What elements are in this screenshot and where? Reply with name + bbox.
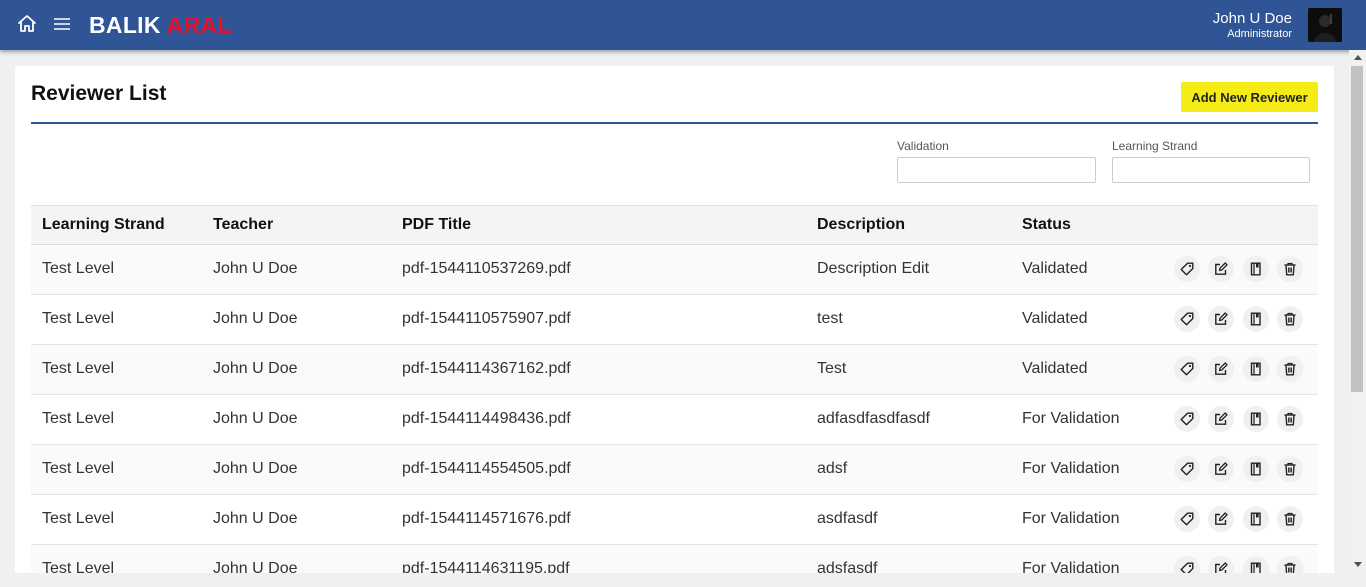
cell-pdf-title: pdf-1544114498436.pdf [402, 410, 571, 427]
tag-button[interactable] [1174, 556, 1200, 573]
cell-pdf-title: pdf-1544110575907.pdf [402, 310, 571, 327]
cell-learning-strand: Test Level [42, 260, 115, 277]
table-row[interactable]: Test Level John U Doe pdf-1544110575907.pd… [31, 295, 1318, 345]
book-button[interactable] [1243, 256, 1269, 282]
column-header-status[interactable]: Status [1022, 216, 1071, 234]
top-navbar: BALIK ARAL John U Doe Administrator [0, 0, 1366, 50]
table-row[interactable]: Test Level John U Doe pdf-1544114571676.pd… [31, 495, 1318, 545]
cell-description: adsf [817, 460, 848, 477]
edit-button[interactable] [1208, 506, 1234, 532]
cell-pdf-title: pdf-1544114554505.pdf [402, 460, 571, 477]
cell-teacher: John U Doe [213, 510, 298, 527]
cell-description: adsfasdf [817, 560, 878, 573]
cell-learning-strand: Test Level [42, 560, 115, 573]
cell-status: Validated [1022, 360, 1088, 377]
validation-filter-input[interactable] [897, 157, 1096, 183]
book-button[interactable] [1243, 556, 1269, 573]
trash-button[interactable] [1277, 306, 1303, 332]
edit-button[interactable] [1208, 356, 1234, 382]
table-header: Learning Strand Teacher PDF Title Descri… [31, 205, 1318, 245]
cell-status: Validated [1022, 310, 1088, 327]
trash-button[interactable] [1277, 456, 1303, 482]
book-button[interactable] [1243, 506, 1269, 532]
home-icon[interactable] [16, 13, 38, 35]
scroll-thumb[interactable] [1351, 66, 1363, 392]
cell-teacher: John U Doe [213, 360, 298, 377]
cell-status: For Validation [1022, 410, 1120, 427]
trash-button[interactable] [1277, 356, 1303, 382]
cell-learning-strand: Test Level [42, 510, 115, 527]
reviewer-table: Learning Strand Teacher PDF Title Descri… [31, 205, 1318, 573]
cell-description: test [817, 310, 843, 327]
cell-status: Validated [1022, 260, 1088, 277]
trash-button[interactable] [1277, 406, 1303, 432]
column-header-learning-strand[interactable]: Learning Strand [42, 216, 165, 234]
cell-teacher: John U Doe [213, 410, 298, 427]
column-header-teacher[interactable]: Teacher [213, 216, 273, 234]
trash-button[interactable] [1277, 556, 1303, 573]
cell-learning-strand: Test Level [42, 410, 115, 427]
trash-button[interactable] [1277, 506, 1303, 532]
scroll-down-arrow-icon[interactable] [1354, 562, 1362, 567]
cell-pdf-title: pdf-1544110537269.pdf [402, 260, 571, 277]
book-button[interactable] [1243, 306, 1269, 332]
brand-word-white: BALIK [89, 12, 161, 38]
learning-strand-filter-label: Learning Strand [1112, 139, 1198, 153]
cell-description: Test [817, 360, 847, 377]
user-name[interactable]: John U Doe [1213, 10, 1292, 27]
tag-button[interactable] [1174, 256, 1200, 282]
edit-button[interactable] [1208, 306, 1234, 332]
tag-button[interactable] [1174, 306, 1200, 332]
column-header-description[interactable]: Description [817, 216, 905, 234]
book-button[interactable] [1243, 356, 1269, 382]
cell-description: adfasdfasdfasdf [817, 410, 930, 427]
edit-button[interactable] [1208, 556, 1234, 573]
table-row[interactable]: Test Level John U Doe pdf-1544114367162.pd… [31, 345, 1318, 395]
edit-button[interactable] [1208, 406, 1234, 432]
tag-button[interactable] [1174, 356, 1200, 382]
edit-button[interactable] [1208, 456, 1234, 482]
add-new-reviewer-button[interactable]: Add New Reviewer [1181, 82, 1318, 112]
table-body: Test Level John U Doe pdf-1544110537269.pd… [31, 245, 1318, 573]
cell-teacher: John U Doe [213, 260, 298, 277]
scroll-up-arrow-icon[interactable] [1354, 55, 1362, 60]
edit-button[interactable] [1208, 256, 1234, 282]
hamburger-menu-icon[interactable] [53, 15, 71, 33]
cell-pdf-title: pdf-1544114631195.pdf [402, 560, 570, 573]
brand-logo[interactable]: BALIK ARAL [89, 11, 232, 39]
validation-filter-label: Validation [897, 139, 949, 153]
trash-button[interactable] [1277, 256, 1303, 282]
page-scrollbar[interactable] [1349, 50, 1366, 573]
reviewer-list-card: Reviewer List Add New Reviewer Validatio… [15, 66, 1334, 573]
tag-button[interactable] [1174, 456, 1200, 482]
cell-learning-strand: Test Level [42, 460, 115, 477]
cell-teacher: John U Doe [213, 560, 298, 573]
cell-teacher: John U Doe [213, 310, 298, 327]
cell-description: asdfasdf [817, 510, 878, 527]
table-row[interactable]: Test Level John U Doe pdf-1544110537269.pd… [31, 245, 1318, 295]
avatar[interactable] [1308, 8, 1342, 42]
book-button[interactable] [1243, 406, 1269, 432]
cell-status: For Validation [1022, 460, 1120, 477]
cell-pdf-title: pdf-1544114367162.pdf [402, 360, 571, 377]
user-role: Administrator [1227, 28, 1292, 40]
cell-status: For Validation [1022, 560, 1120, 573]
cell-learning-strand: Test Level [42, 360, 115, 377]
cell-learning-strand: Test Level [42, 310, 115, 327]
tag-button[interactable] [1174, 406, 1200, 432]
table-row[interactable]: Test Level John U Doe pdf-1544114631195.pd… [31, 545, 1318, 573]
brand-word-red: ARAL [166, 12, 232, 38]
title-divider [31, 122, 1318, 124]
page-title: Reviewer List [31, 82, 167, 105]
learning-strand-filter-input[interactable] [1112, 157, 1310, 183]
table-row[interactable]: Test Level John U Doe pdf-1544114554505.pd… [31, 445, 1318, 495]
cell-status: For Validation [1022, 510, 1120, 527]
cell-description: Description Edit [817, 260, 930, 277]
cell-pdf-title: pdf-1544114571676.pdf [402, 510, 571, 527]
cell-teacher: John U Doe [213, 460, 298, 477]
column-header-pdf-title[interactable]: PDF Title [402, 216, 471, 234]
table-row[interactable]: Test Level John U Doe pdf-1544114498436.pd… [31, 395, 1318, 445]
book-button[interactable] [1243, 456, 1269, 482]
tag-button[interactable] [1174, 506, 1200, 532]
